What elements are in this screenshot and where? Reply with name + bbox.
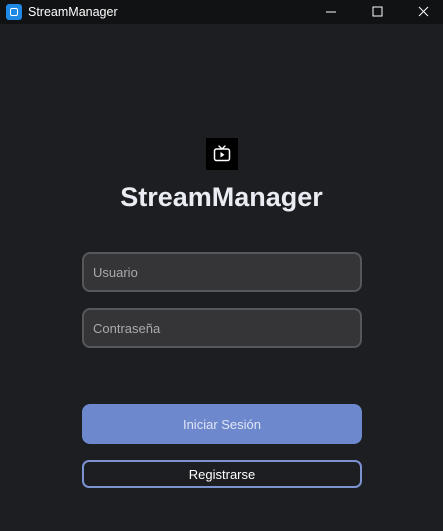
maximize-icon (372, 6, 383, 17)
close-button[interactable] (400, 0, 443, 24)
app-window: StreamManager StreamManager I (0, 0, 443, 531)
title-bar[interactable]: StreamManager (0, 0, 443, 24)
logo (206, 138, 238, 170)
minimize-button[interactable] (308, 0, 354, 24)
close-icon (418, 6, 429, 17)
maximize-button[interactable] (354, 0, 400, 24)
login-button[interactable]: Iniciar Sesión (82, 404, 362, 444)
register-button[interactable]: Registrarse (82, 460, 362, 488)
tv-play-icon (213, 145, 231, 162)
window-title: StreamManager (28, 5, 118, 19)
app-title: StreamManager (120, 182, 323, 212)
app-icon (6, 4, 22, 20)
minimize-icon (326, 11, 336, 13)
username-input[interactable] (82, 252, 362, 292)
password-input[interactable] (82, 308, 362, 348)
